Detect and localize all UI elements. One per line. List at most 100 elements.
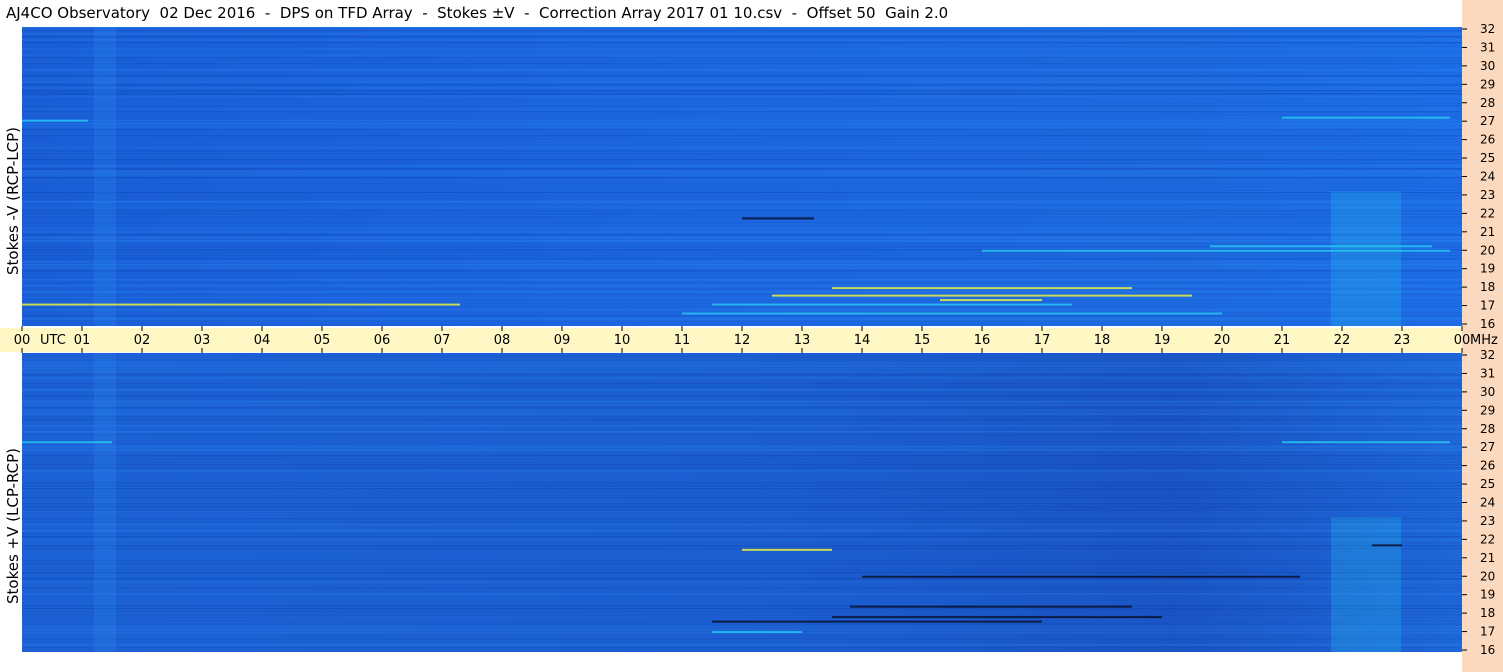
- frequency-band-stripe: [22, 602, 1462, 604]
- frequency-band-stripe: [22, 500, 1462, 502]
- frequency-band-stripe: [22, 566, 1462, 568]
- rfi-streak: [772, 294, 1192, 297]
- rfi-streak: [22, 303, 460, 306]
- frequency-band-stripe: [22, 93, 1462, 95]
- utc-tick-label: 00: [1454, 333, 1471, 348]
- frequency-band-stripe: [22, 596, 1462, 598]
- frequency-band-stripe: [22, 96, 1462, 98]
- frequency-band-stripe: [22, 123, 1462, 125]
- frequency-band-stripe: [22, 297, 1462, 299]
- frequency-band-stripe: [22, 383, 1462, 385]
- rfi-streak: [1282, 441, 1450, 444]
- frequency-tick-label: 16: [1480, 317, 1495, 331]
- utc-tick-label: 13: [794, 333, 811, 348]
- frequency-band-stripe: [22, 605, 1462, 607]
- frequency-band-stripe: [22, 482, 1462, 484]
- frequency-tick-label: 28: [1480, 422, 1495, 436]
- frequency-band-stripe: [22, 324, 1462, 326]
- frequency-tick-label: 23: [1480, 188, 1495, 202]
- utc-tick-label: 05: [314, 333, 331, 348]
- frequency-band-stripe: [22, 524, 1462, 526]
- frequency-tick-label: 20: [1480, 243, 1495, 257]
- frequency-band-stripe: [22, 356, 1462, 358]
- vertical-glow-zone: [94, 27, 116, 326]
- frequency-band-stripe: [22, 30, 1462, 32]
- frequency-band-stripe: [22, 542, 1462, 544]
- frequency-band-stripe: [22, 440, 1462, 442]
- frequency-band-stripe: [22, 386, 1462, 388]
- utc-tick-label: 17: [1034, 333, 1051, 348]
- frequency-band-stripe: [22, 533, 1462, 535]
- frequency-band-stripe: [22, 237, 1462, 239]
- frequency-band-stripe: [22, 318, 1462, 320]
- frequency-band-stripe: [22, 473, 1462, 475]
- heatmap-background: [22, 353, 1462, 652]
- frequency-band-stripe: [22, 195, 1462, 197]
- frequency-tick-label: 27: [1480, 440, 1495, 454]
- frequency-band-stripe: [22, 626, 1462, 628]
- frequency-band-stripe: [22, 497, 1462, 499]
- frequency-band-stripe: [22, 629, 1462, 631]
- frequency-band-stripe: [22, 578, 1462, 580]
- frequency-band-stripe: [22, 225, 1462, 227]
- frequency-tick-label: 29: [1480, 77, 1495, 91]
- frequency-band-stripe: [22, 581, 1462, 583]
- frequency-tick-label: 18: [1480, 280, 1495, 294]
- frequency-band-stripe: [22, 452, 1462, 454]
- frequency-band-stripe: [22, 222, 1462, 224]
- frequency-band-stripe: [22, 285, 1462, 287]
- utc-tick-label: 10: [614, 333, 631, 348]
- frequency-band-stripe: [22, 186, 1462, 188]
- frequency-band-stripe: [22, 509, 1462, 511]
- frequency-band-stripe: [22, 458, 1462, 460]
- frequency-band-stripe: [22, 476, 1462, 478]
- frequency-band-stripe: [22, 449, 1462, 451]
- frequency-band-stripe: [22, 404, 1462, 406]
- frequency-tick-label: 27: [1480, 114, 1495, 128]
- frequency-band-stripe: [22, 434, 1462, 436]
- frequency-band-stripe: [22, 401, 1462, 403]
- frequency-band-stripe: [22, 599, 1462, 601]
- frequency-band-stripe: [22, 78, 1462, 80]
- frequency-band-stripe: [22, 75, 1462, 77]
- frequency-band-stripe: [22, 54, 1462, 56]
- frequency-band-stripe: [22, 374, 1462, 376]
- frequency-band-stripe: [22, 141, 1462, 143]
- rfi-streak: [1372, 544, 1402, 547]
- spectrogram-svg: 32 31 30 29 28 27 26 25 24 23 22 21 20 19 18 17 16 32 31 30…: [14, 22, 1498, 657]
- frequency-band-stripe: [22, 506, 1462, 508]
- utc-tick-label: 02: [134, 333, 151, 348]
- utc-tick-label: 14: [854, 333, 871, 348]
- frequency-tick-label: 30: [1480, 59, 1495, 73]
- utc-tick-label: 09: [554, 333, 571, 348]
- frequency-tick-label: 31: [1480, 366, 1495, 380]
- utc-tick-label: 08: [494, 333, 511, 348]
- rfi-streak: [862, 575, 1300, 578]
- frequency-band-stripe: [22, 33, 1462, 35]
- frequency-band-stripe: [22, 392, 1462, 394]
- rfi-streak: [712, 620, 1042, 623]
- frequency-band-stripe: [22, 60, 1462, 62]
- frequency-band-stripe: [22, 398, 1462, 400]
- frequency-band-stripe: [22, 147, 1462, 149]
- utc-tick-label: 15: [914, 333, 931, 348]
- frequency-band-stripe: [22, 407, 1462, 409]
- frequency-band-stripe: [22, 647, 1462, 649]
- frequency-band-stripe: [22, 168, 1462, 170]
- frequency-band-stripe: [22, 276, 1462, 278]
- frequency-tick-label: 26: [1480, 133, 1495, 147]
- frequency-band-stripe: [22, 138, 1462, 140]
- frequency-unit-label: MHz: [1470, 333, 1498, 348]
- frequency-band-stripe: [22, 153, 1462, 155]
- frequency-band-stripe: [22, 183, 1462, 185]
- frequency-band-stripe: [22, 371, 1462, 373]
- frequency-band-stripe: [22, 413, 1462, 415]
- frequency-band-stripe: [22, 165, 1462, 167]
- frequency-tick-label: 25: [1480, 477, 1495, 491]
- frequency-band-stripe: [22, 446, 1462, 448]
- frequency-band-stripe: [22, 512, 1462, 514]
- frequency-band-stripe: [22, 359, 1462, 361]
- utc-tick-label: 11: [674, 333, 691, 348]
- frequency-band-stripe: [22, 572, 1462, 574]
- frequency-band-stripe: [22, 554, 1462, 556]
